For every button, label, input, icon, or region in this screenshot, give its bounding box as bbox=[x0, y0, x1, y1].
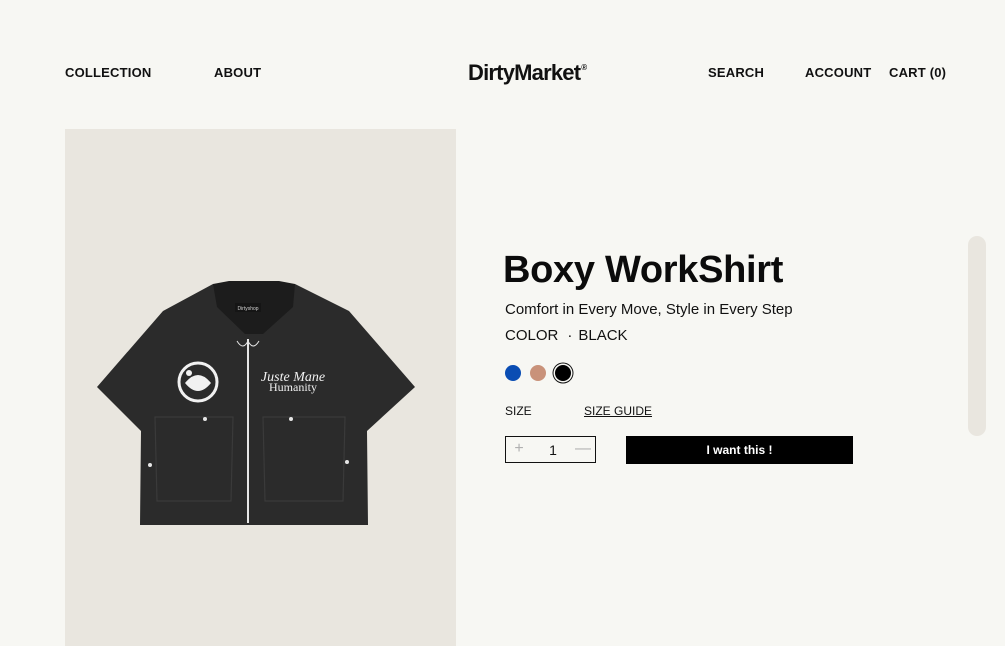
brand-logo-text: DirtyMarket bbox=[468, 60, 581, 85]
color-separator: · bbox=[567, 327, 573, 344]
nav-cart-link[interactable]: CART (0) bbox=[889, 65, 946, 80]
size-label: SIZE bbox=[505, 404, 532, 418]
neck-label-text: Dirtyshop bbox=[237, 306, 258, 312]
nav-search-link[interactable]: SEARCH bbox=[708, 65, 764, 80]
decrease-quantity-button[interactable]: — bbox=[571, 437, 595, 461]
increase-quantity-button[interactable]: + bbox=[507, 437, 531, 461]
color-selection-label: COLOR · BLACK bbox=[505, 327, 628, 344]
registered-mark: ® bbox=[581, 62, 588, 72]
color-swatch-black[interactable] bbox=[555, 365, 571, 381]
quantity-stepper: + — bbox=[505, 436, 596, 463]
brand-logo[interactable]: DirtyMarket® bbox=[468, 60, 587, 86]
shirt-illustration: Dirtyshop Juste Mane Humanity bbox=[97, 281, 415, 525]
quantity-input[interactable] bbox=[540, 441, 566, 459]
nav-account-link[interactable]: ACCOUNT bbox=[805, 65, 871, 80]
scrollbar-thumb[interactable] bbox=[968, 236, 986, 436]
size-guide-link[interactable]: SIZE GUIDE bbox=[584, 404, 652, 418]
color-swatch-blue[interactable] bbox=[505, 365, 521, 381]
nav-collection-link[interactable]: COLLECTION bbox=[65, 65, 152, 80]
product-subtitle: Comfort in Every Move, Style in Every St… bbox=[505, 301, 793, 318]
add-to-cart-button[interactable]: I want this ! bbox=[626, 436, 853, 464]
product-title: Boxy WorkShirt bbox=[503, 249, 784, 291]
color-value: BLACK bbox=[578, 327, 628, 344]
product-image: Dirtyshop Juste Mane Humanity bbox=[65, 129, 456, 646]
color-swatch-tan[interactable] bbox=[530, 365, 546, 381]
nav-about-link[interactable]: ABOUT bbox=[214, 65, 261, 80]
color-label: COLOR bbox=[505, 327, 559, 344]
chest-print-line2: Humanity bbox=[269, 380, 317, 394]
